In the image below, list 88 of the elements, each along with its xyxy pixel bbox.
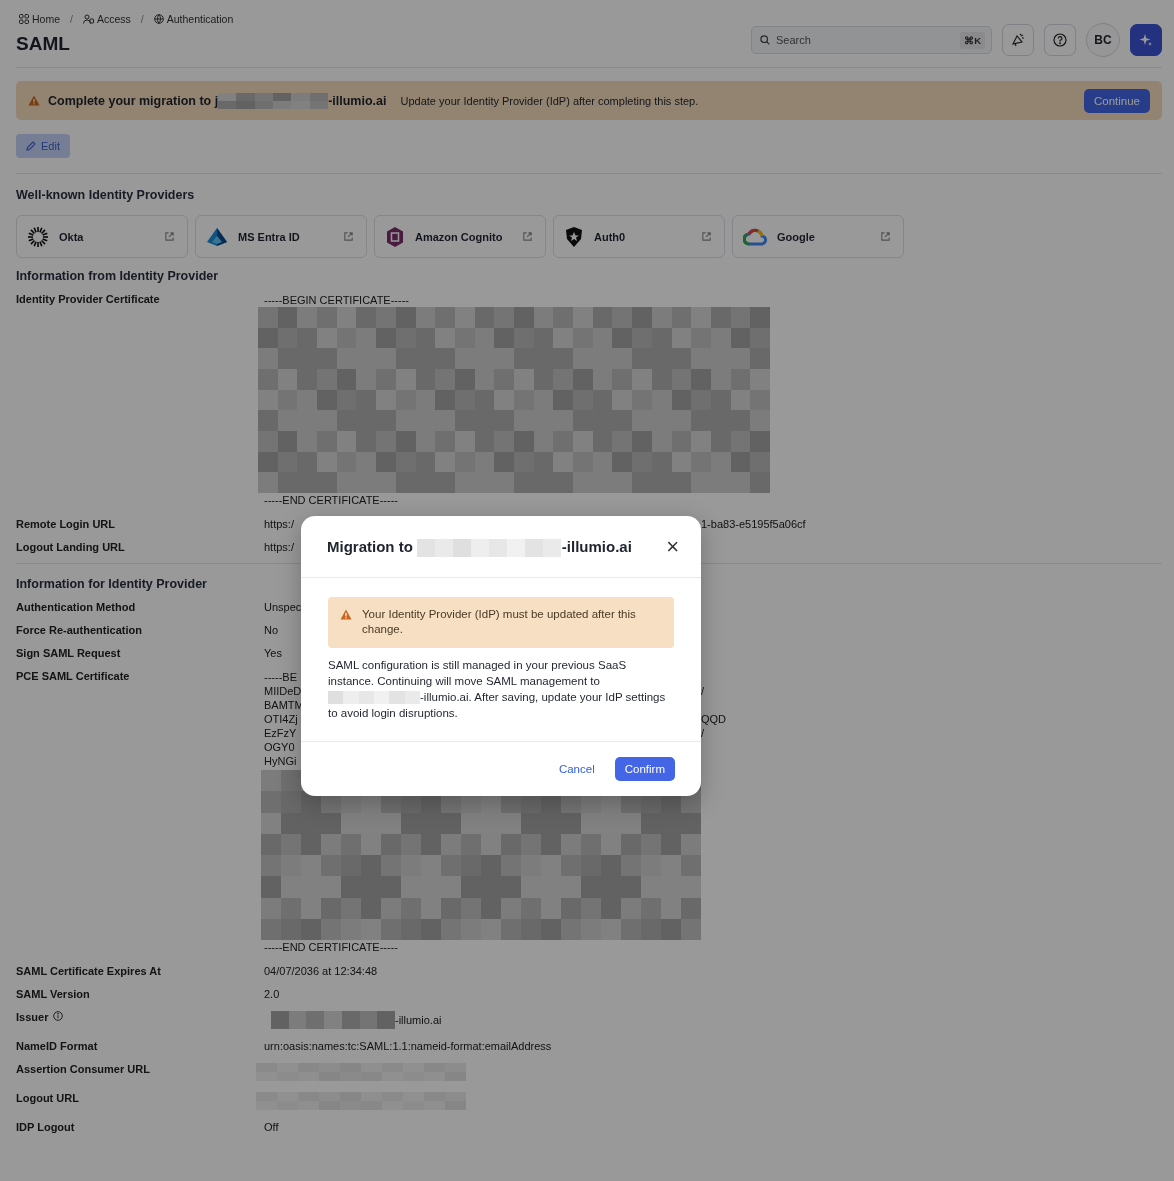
field-label: SAML Version (16, 988, 90, 1000)
field-value: Off (264, 1121, 279, 1133)
megaphone-icon (1011, 33, 1025, 47)
field-label: Issuer (16, 1011, 49, 1023)
breadcrumb-separator: / (70, 13, 73, 25)
field-label: Assertion Consumer URL (16, 1063, 150, 1075)
field-value: 1-ba83-e5195f5a06cf (701, 518, 806, 530)
dialog-message: SAML configuration is still managed in your previous SaaS instance. Continuing will move SAML management to -illumio.ai. After saving, update your IdP settings to avoid login disruptions. (328, 658, 667, 721)
field-value: https:/ (264, 541, 294, 553)
external-link-icon (164, 231, 175, 242)
field-label: Identity Provider Certificate (16, 293, 160, 305)
page-title: SAML (16, 33, 71, 55)
field-label: IDP Logout (16, 1121, 75, 1133)
users-icon (82, 14, 94, 24)
field-value: -illumio.ai (395, 1014, 442, 1026)
field-label: Sign SAML Request (16, 647, 121, 659)
certificate-text: -----END CERTIFICATE----- (264, 493, 398, 507)
external-link-icon (343, 231, 354, 242)
certificate-text: -----BEGIN CERTIFICATE----- (264, 293, 409, 307)
field-value: https:/ (264, 518, 294, 530)
cancel-button[interactable]: Cancel (552, 759, 601, 779)
external-link-icon (880, 231, 891, 242)
hexagon-logo-icon (385, 225, 405, 248)
breadcrumb-link[interactable]: Home (19, 13, 60, 25)
shield-logo-icon (564, 225, 584, 248)
field-value: No (264, 624, 279, 636)
certificate-text: HyNGi (264, 754, 297, 768)
continue-button[interactable]: Continue (1083, 88, 1150, 113)
external-link-icon (522, 231, 533, 242)
banner-message: Update your Identity Provider (IdP) after completing this step. (400, 94, 700, 107)
warning-icon (340, 609, 352, 620)
certificate-text: MIIDeD (264, 684, 302, 698)
cloud-logo-icon (743, 227, 767, 246)
provider-card[interactable]: MS Entra ID (195, 215, 367, 258)
field-value: urn:oasis:names:tc:SAML:1.1:nameid-format:emailAddress (264, 1040, 552, 1052)
help-icon (1053, 33, 1067, 47)
external-link-icon (701, 231, 712, 242)
provider-card[interactable]: Auth0 (553, 215, 725, 258)
field-value: 04/07/2036 at 12:34:48 (264, 965, 378, 977)
certificate-text: -----END CERTIFICATE----- (264, 940, 398, 954)
warning-icon (28, 95, 40, 106)
field-label: Force Re-authentication (16, 624, 142, 636)
field-label: Remote Login URL (16, 518, 115, 530)
certificate-text: OGY0 (264, 740, 295, 754)
certificate-text: -----BE (264, 670, 297, 684)
certificate-text: QQD (701, 712, 727, 726)
help-button[interactable] (1044, 24, 1076, 56)
info-icon[interactable] (53, 1011, 64, 1021)
section-heading: Information for Identity Provider (16, 577, 208, 591)
section-heading: Information from Identity Provider (16, 269, 220, 283)
field-label: Logout URL (16, 1092, 79, 1104)
assistant-button[interactable] (1130, 24, 1162, 56)
pencil-icon (26, 141, 36, 151)
search-icon (760, 35, 770, 45)
shortcut-hint: ⌘K (960, 31, 985, 49)
certificate-text: OTI4Zj (264, 712, 298, 726)
provider-card[interactable]: Okta (16, 215, 188, 258)
sunburst-logo-icon (27, 225, 49, 248)
breadcrumb-link[interactable]: Authentication (153, 13, 234, 25)
section-heading: Well-known Identity Providers (16, 188, 196, 202)
grid-icon (19, 14, 29, 24)
field-label: Logout Landing URL (16, 541, 125, 553)
field-label: NameID Format (16, 1040, 98, 1052)
sparkle-icon (1139, 33, 1153, 47)
user-avatar[interactable]: BC (1086, 23, 1120, 57)
announcement-button[interactable] (1002, 24, 1034, 56)
certificate-text: EzFzY (264, 726, 297, 740)
field-value: Unspec (264, 601, 302, 613)
close-button[interactable]: × (662, 535, 683, 558)
pyramid-logo-icon (206, 226, 228, 247)
search-input[interactable]: Search (774, 33, 957, 47)
certificate-text: / (701, 726, 705, 740)
field-value: 2.0 (264, 988, 280, 1000)
provider-card[interactable]: Google (732, 215, 904, 258)
provider-card[interactable]: Amazon Cognito (374, 215, 546, 258)
dialog-title: Migration to -illumio.ai (327, 538, 632, 555)
search-field[interactable]: Search ⌘K (751, 26, 992, 54)
globe-icon (153, 14, 164, 24)
warning-message: Your Identity Provider (IdP) must be updated after this change. (362, 607, 637, 637)
confirm-button[interactable]: Confirm (614, 757, 675, 781)
breadcrumb-separator: / (140, 13, 144, 25)
field-label: SAML Certificate Expires At (16, 965, 161, 977)
certificate-text: / (701, 684, 705, 698)
field-value: Yes (264, 647, 282, 659)
banner-title: Complete your migration to j -illumio.ai (48, 92, 387, 109)
field-label: Authentication Method (16, 601, 136, 613)
breadcrumb-link[interactable]: Access (82, 13, 131, 25)
field-label: PCE SAML Certificate (16, 670, 130, 682)
